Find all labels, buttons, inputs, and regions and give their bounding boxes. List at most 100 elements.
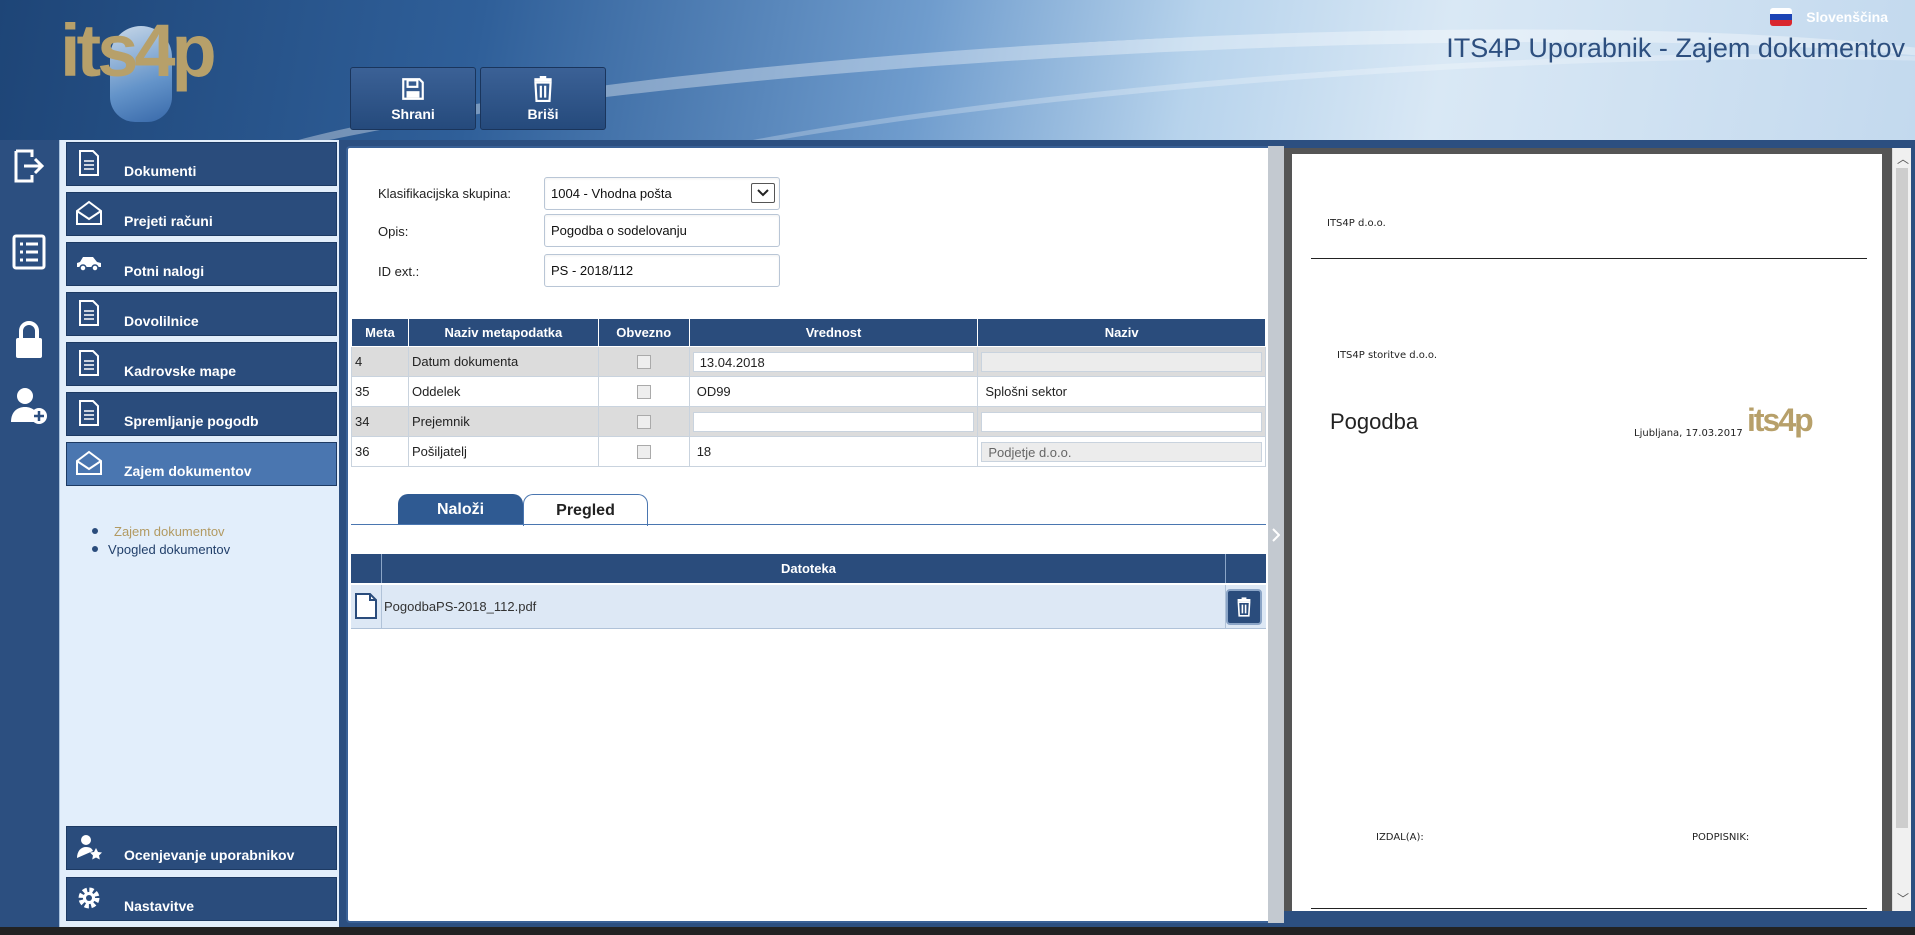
- sidebar-item-label: Kadrovske mape: [124, 363, 237, 379]
- chevron-down-icon[interactable]: [751, 183, 775, 203]
- vrednost-cell[interactable]: OD99: [688, 376, 979, 407]
- naziv-cell: Pošiljatelj: [407, 436, 599, 467]
- pdf-page: ITS4P d.o.o. ITS4P storitve d.o.o. Pogod…: [1292, 154, 1882, 911]
- naziv-input[interactable]: [981, 411, 1262, 432]
- metadata-table: Meta Naziv metapodatka Obvezno Vrednost …: [351, 318, 1266, 467]
- delete-file-button[interactable]: [1226, 589, 1262, 625]
- tab-nalozi[interactable]: Naloži: [398, 494, 523, 525]
- subnav-item-zajem[interactable]: Zajem dokumentov: [92, 522, 230, 540]
- bottom-bar: [0, 927, 1915, 935]
- sidebar-item-kadrovske-mape[interactable]: Kadrovske mape: [66, 342, 337, 386]
- sidebar-item-ocenjevanje[interactable]: Ocenjevanje uporabnikov: [66, 826, 337, 870]
- naziv-input: [981, 351, 1262, 372]
- sidebar-item-label: Spremljanje pogodb: [124, 413, 259, 429]
- sidebar-item-spremljanje-pogodb[interactable]: Spremljanje pogodb: [66, 392, 337, 436]
- vrednost-cell[interactable]: 18: [688, 436, 979, 467]
- klasifikacija-label: Klasifikacijska skupina:: [378, 186, 511, 201]
- tab-bar: Naloži Pregled: [398, 494, 648, 526]
- sub-navigation: Zajem dokumentov Vpogled dokumentov: [92, 522, 230, 558]
- klasifikacija-select[interactable]: 1004 - Vhodna pošta: [544, 177, 780, 210]
- obvezno-checkbox[interactable]: [636, 354, 651, 369]
- opis-field[interactable]: Pogodba o sodelovanju: [544, 214, 780, 247]
- sidebar-item-label: Zajem dokumentov: [124, 463, 252, 479]
- document-icon: [79, 300, 99, 326]
- sidebar-item-dovolilnice[interactable]: Dovolilnice: [66, 292, 337, 336]
- envelope-icon: [76, 450, 102, 475]
- language-selector[interactable]: Slovenščina: [1770, 8, 1888, 26]
- page-title: ITS4P Uporabnik - Zajem dokumentov: [1446, 33, 1905, 63]
- naziv-cell: Datum dokumenta: [407, 346, 599, 377]
- tab-pregled[interactable]: Pregled: [523, 494, 648, 526]
- pdf-izdal: IZDAL(A):: [1376, 832, 1424, 843]
- meta-cell: 35: [351, 376, 409, 407]
- trash-icon: [1237, 597, 1251, 617]
- sidebar-item-prejeti-racuni[interactable]: Prejeti računi: [66, 192, 337, 236]
- language-label: Slovenščina: [1806, 9, 1888, 25]
- document-icon: [79, 400, 99, 426]
- naziv-input: Podjetje d.o.o.: [981, 441, 1262, 462]
- logout-icon[interactable]: [10, 144, 48, 188]
- bullet-icon: [92, 546, 98, 552]
- file-row[interactable]: PogodbaPS-2018_112.pdf: [351, 585, 1266, 629]
- add-user-icon[interactable]: [10, 384, 48, 428]
- icon-rail: [0, 140, 59, 935]
- obvezno-checkbox[interactable]: [636, 384, 651, 399]
- table-row: 34 Prejemnik: [351, 406, 1266, 437]
- obvezno-checkbox[interactable]: [636, 444, 651, 459]
- pdf-company-full: ITS4P storitve d.o.o.: [1337, 350, 1438, 361]
- column-header: Naziv: [977, 318, 1266, 347]
- preview-scrollbar[interactable]: ︿ ﹀: [1892, 148, 1911, 911]
- obvezno-checkbox[interactable]: [636, 414, 651, 429]
- panel-splitter[interactable]: [1268, 146, 1284, 923]
- sidebar-item-label: Nastavitve: [124, 898, 195, 914]
- save-button[interactable]: Shrani: [350, 67, 476, 130]
- sidebar: Dokumenti Prejeti računi Potni nalogi Do…: [59, 140, 339, 927]
- tab-divider: [351, 524, 1266, 525]
- delete-button[interactable]: Briši: [480, 67, 606, 130]
- sidebar-item-label: Potni nalogi: [124, 263, 205, 279]
- meta-cell: 4: [351, 346, 409, 377]
- main-panel: Klasifikacijska skupina: 1004 - Vhodna p…: [346, 146, 1268, 923]
- sidebar-item-nastavitve[interactable]: Nastavitve: [66, 877, 337, 921]
- user-star-icon: [77, 835, 102, 860]
- subnav-label: Vpogled dokumentov: [108, 541, 231, 557]
- meta-cell: 36: [351, 436, 409, 467]
- document-preview: ITS4P d.o.o. ITS4P storitve d.o.o. Pogod…: [1284, 148, 1892, 911]
- app-header: its4p Slovenščina ITS4P Uporabnik - Zaje…: [0, 0, 1915, 140]
- column-header: Meta: [351, 318, 409, 347]
- sidebar-item-dokumenti[interactable]: Dokumenti: [66, 142, 337, 186]
- column-header: Obvezno: [597, 318, 690, 347]
- pdf-company: ITS4P d.o.o.: [1327, 218, 1386, 229]
- lock-icon[interactable]: [10, 318, 48, 362]
- file-name[interactable]: PogodbaPS-2018_112.pdf: [384, 599, 536, 614]
- opis-label: Opis:: [378, 224, 409, 239]
- car-icon: [77, 257, 101, 272]
- list-icon[interactable]: [10, 230, 48, 274]
- slovenia-flag-icon: [1770, 8, 1793, 26]
- logo-text: its4p: [60, 9, 217, 92]
- save-label: Shrani: [391, 105, 435, 122]
- table-row: 35 Oddelek OD99 Splošni sektor: [351, 376, 1266, 407]
- gear-icon: [78, 887, 100, 909]
- divider: [1311, 258, 1867, 259]
- pdf-logo: its4p: [1747, 402, 1814, 438]
- vrednost-input[interactable]: 13.04.2018: [692, 351, 975, 372]
- floppy-disk-icon: [402, 77, 424, 100]
- app-logo: its4p: [60, 9, 240, 124]
- subnav-item-vpogled[interactable]: Vpogled dokumentov: [92, 540, 230, 558]
- vrednost-input[interactable]: [692, 411, 975, 432]
- naziv-cell: Prejemnik: [407, 406, 599, 437]
- sidebar-item-label: Prejeti računi: [124, 213, 213, 229]
- sidebar-item-potni-nalogi[interactable]: Potni nalogi: [66, 242, 337, 286]
- scroll-thumb[interactable]: [1896, 168, 1908, 828]
- sidebar-item-zajem-dokumentov[interactable]: Zajem dokumentov: [66, 442, 337, 486]
- pdf-title: Pogodba: [1330, 409, 1419, 434]
- idext-label: ID ext.:: [378, 264, 420, 279]
- sidebar-item-label: Ocenjevanje uporabnikov: [124, 847, 295, 863]
- scroll-down-icon[interactable]: ﹀: [1897, 890, 1909, 907]
- scroll-up-icon[interactable]: ︿: [1897, 150, 1909, 167]
- sidebar-item-label: Dokumenti: [124, 163, 197, 179]
- table-row: 4 Datum dokumenta 13.04.2018: [351, 346, 1266, 377]
- idext-field[interactable]: PS - 2018/112: [544, 254, 780, 287]
- envelope-icon: [76, 200, 102, 225]
